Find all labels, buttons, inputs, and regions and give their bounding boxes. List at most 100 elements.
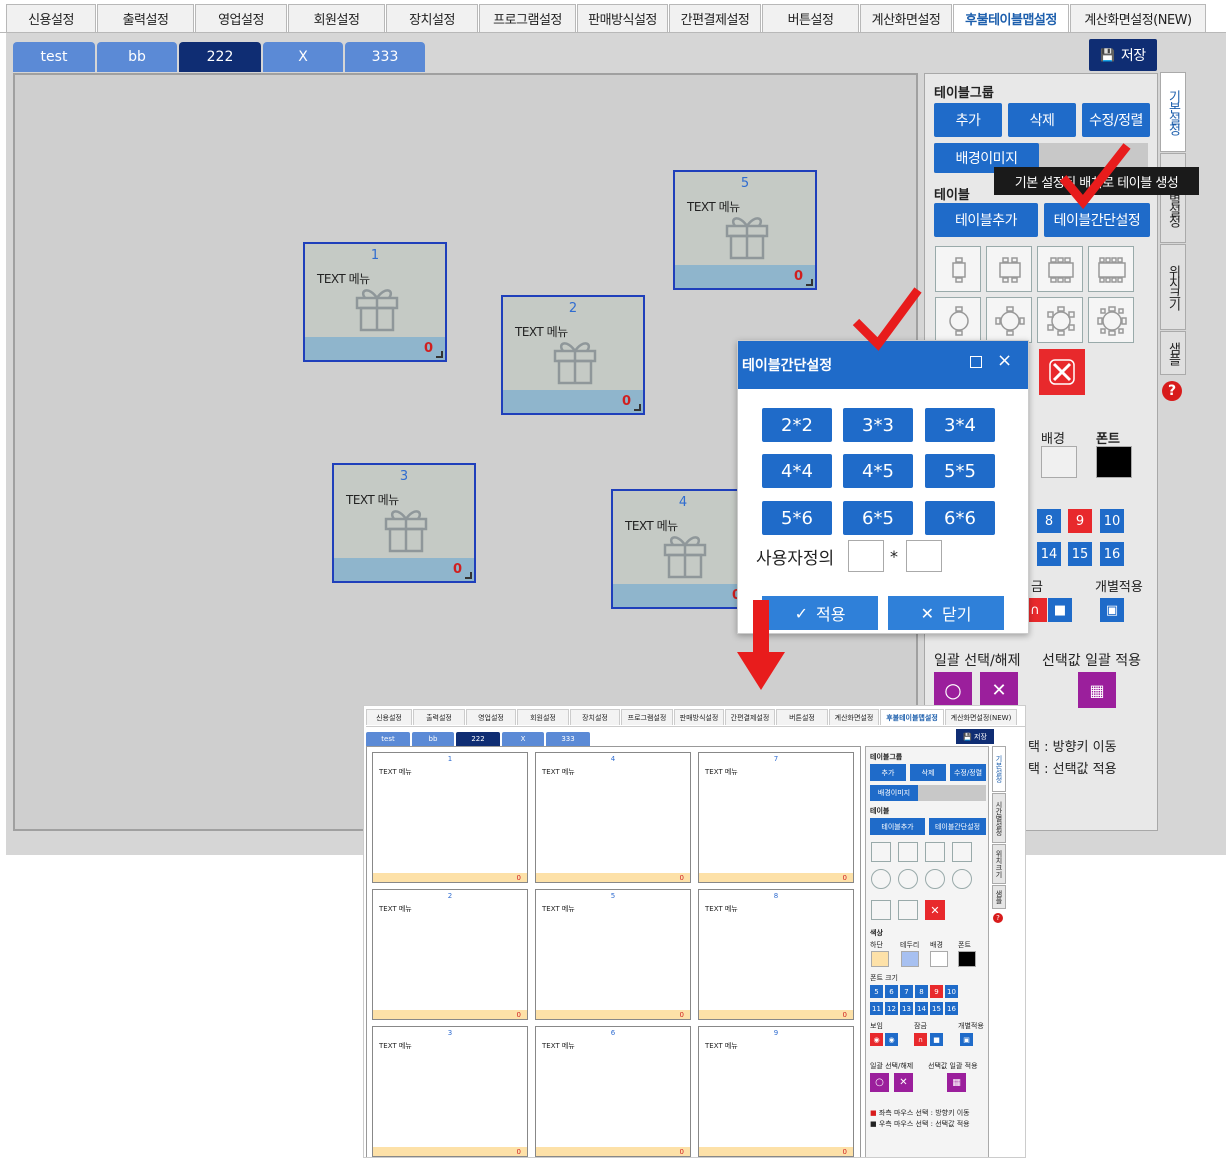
help-icon[interactable]: ? [1162, 381, 1182, 401]
tab-checkout-screen-new[interactable]: 계산화면설정(NEW) [1070, 4, 1206, 32]
table-card[interactable]: 5 TEXT 메뉴 0 [673, 170, 817, 290]
maximize-icon[interactable] [970, 356, 982, 368]
shape-4-seat-button[interactable] [986, 246, 1032, 292]
side-tab-basic[interactable]: 기본설정 [1160, 72, 1186, 152]
tab-program[interactable]: 프로그램설정 [479, 4, 576, 32]
table-number: 3 [399, 469, 409, 484]
table-number: 1 [370, 248, 380, 263]
group-tab-x[interactable]: X [263, 42, 343, 72]
grid-5x5-button[interactable]: 5*5 [925, 454, 995, 488]
tab-member[interactable]: 회원설정 [288, 4, 385, 32]
font-size-9[interactable]: 9 [1068, 509, 1092, 533]
round-table-4-icon [995, 306, 1025, 336]
font-size-14[interactable]: 14 [1037, 542, 1061, 566]
mini-gift-icon [898, 900, 918, 920]
group-delete-button[interactable]: 삭제 [1008, 103, 1076, 137]
mini-individual-label: 개별적용 [958, 1022, 984, 1030]
table-card[interactable]: 4 TEXT 메뉴 0 [611, 489, 755, 609]
save-button[interactable]: 💾 저장 [1089, 39, 1157, 71]
color-bg-label: 배경 [1041, 432, 1065, 447]
tab-credit[interactable]: 신용설정 [6, 4, 96, 32]
mini-fs: 8 [915, 985, 928, 998]
custom-cols-input[interactable] [906, 540, 942, 572]
bg-color-swatch[interactable] [1041, 446, 1077, 478]
mini-table-card: 5 TEXT 메뉴 0 [535, 889, 691, 1020]
mini-group-333: 333 [546, 732, 590, 746]
shape-8-seat-button[interactable] [1088, 246, 1134, 292]
select-all-circle-button[interactable]: ○ [934, 672, 972, 708]
mini-individual-icon: ▣ [960, 1033, 973, 1046]
resize-handle[interactable] [436, 351, 443, 358]
group-tab-bb[interactable]: bb [97, 42, 177, 72]
tab-business[interactable]: 영업설정 [195, 4, 287, 32]
shape-2-seat-button[interactable] [935, 246, 981, 292]
side-tab-sample[interactable]: 샘플 [1160, 331, 1186, 375]
tab-print[interactable]: 출력설정 [97, 4, 194, 32]
font-size-16[interactable]: 16 [1100, 542, 1124, 566]
shape-6-seat-button[interactable] [1037, 246, 1083, 292]
save-label: 저장 [1120, 48, 1146, 64]
grid-5x6-button[interactable]: 5*6 [762, 501, 832, 535]
close-icon[interactable]: × [997, 350, 1012, 371]
close-button[interactable]: ✕ 닫기 [888, 596, 1004, 630]
grid-2x2-button[interactable]: 2*2 [762, 408, 832, 442]
mini-color-label: 배경 [930, 941, 943, 949]
grid-6x6-button[interactable]: 6*6 [925, 501, 995, 535]
mini-swatch-bottom [871, 951, 889, 967]
delete-x-icon [1049, 359, 1075, 385]
group-edit-sort-button[interactable]: 수정/정렬 [1082, 103, 1150, 137]
font-color-swatch[interactable] [1096, 446, 1132, 478]
top-tab-bar: 신용설정 출력설정 영업설정 회원설정 장치설정 프로그램설정 판매방식설정 간… [0, 0, 1226, 33]
table-card[interactable]: 3 TEXT 메뉴 0 [332, 463, 476, 583]
grid-4x4-button[interactable]: 4*4 [762, 454, 832, 488]
font-size-15[interactable]: 15 [1068, 542, 1092, 566]
font-size-8[interactable]: 8 [1037, 509, 1061, 533]
lock-icon[interactable]: ■ [1048, 598, 1072, 622]
mini-lock-label: 잠금 [914, 1022, 927, 1030]
mini-tab-program: 프로그램설정 [621, 709, 673, 725]
mini-eye-off-icon: ◉ [885, 1033, 898, 1046]
grid-4x5-button[interactable]: 4*5 [843, 454, 913, 488]
custom-rows-input[interactable] [848, 540, 884, 572]
side-tab-position[interactable]: 위치크기 [1160, 244, 1186, 330]
gift-icon [663, 536, 707, 579]
mini-shape-icon [871, 842, 891, 862]
mini-round-icon [952, 869, 972, 889]
individual-apply-icon[interactable]: ▣ [1100, 598, 1124, 622]
resize-handle[interactable] [806, 279, 813, 286]
tab-device[interactable]: 장치설정 [386, 4, 478, 32]
mini-color-label: 테두리 [900, 941, 920, 949]
table-count: 0 [621, 394, 631, 409]
close-label: 닫기 [941, 605, 972, 624]
font-size-10[interactable]: 10 [1100, 509, 1124, 533]
deselect-all-button[interactable]: ✕ [980, 672, 1018, 708]
mini-group-test: test [366, 732, 410, 746]
resize-handle[interactable] [465, 572, 472, 579]
tab-button[interactable]: 버튼설정 [762, 4, 859, 32]
mini-table-card: 1 TEXT 메뉴 0 [372, 752, 528, 883]
group-tab-333[interactable]: 333 [345, 42, 425, 72]
tab-easy-pay[interactable]: 간편결제설정 [669, 4, 761, 32]
apply-selected-button[interactable]: ▦ [1078, 672, 1116, 708]
grid-3x3-button[interactable]: 3*3 [843, 408, 913, 442]
delete-table-button[interactable] [1039, 349, 1085, 395]
shape-round-4-button[interactable] [986, 297, 1032, 343]
table-card[interactable]: 2 TEXT 메뉴 0 [501, 295, 645, 415]
grid-3x4-button[interactable]: 3*4 [925, 408, 995, 442]
grid-6x5-button[interactable]: 6*5 [843, 501, 913, 535]
round-table-2-icon [949, 306, 969, 336]
tab-checkout-screen[interactable]: 계산화면설정 [860, 4, 952, 32]
shape-round-6-button[interactable] [1037, 297, 1083, 343]
group-tab-222[interactable]: 222 [179, 42, 261, 72]
shape-round-2-button[interactable] [935, 297, 981, 343]
mini-lock-icon: ■ [930, 1033, 943, 1046]
table-card[interactable]: 1 TEXT 메뉴 0 [303, 242, 447, 362]
shape-round-8-button[interactable] [1088, 297, 1134, 343]
tab-sales-method[interactable]: 판매방식설정 [577, 4, 668, 32]
mini-group-222: 222 [456, 732, 500, 746]
tab-table-map[interactable]: 후불테이블맵설정 [953, 4, 1069, 32]
table-add-button[interactable]: 테이블추가 [934, 203, 1038, 237]
group-tab-test[interactable]: test [13, 42, 95, 72]
group-add-button[interactable]: 추가 [934, 103, 1002, 137]
resize-handle[interactable] [634, 404, 641, 411]
